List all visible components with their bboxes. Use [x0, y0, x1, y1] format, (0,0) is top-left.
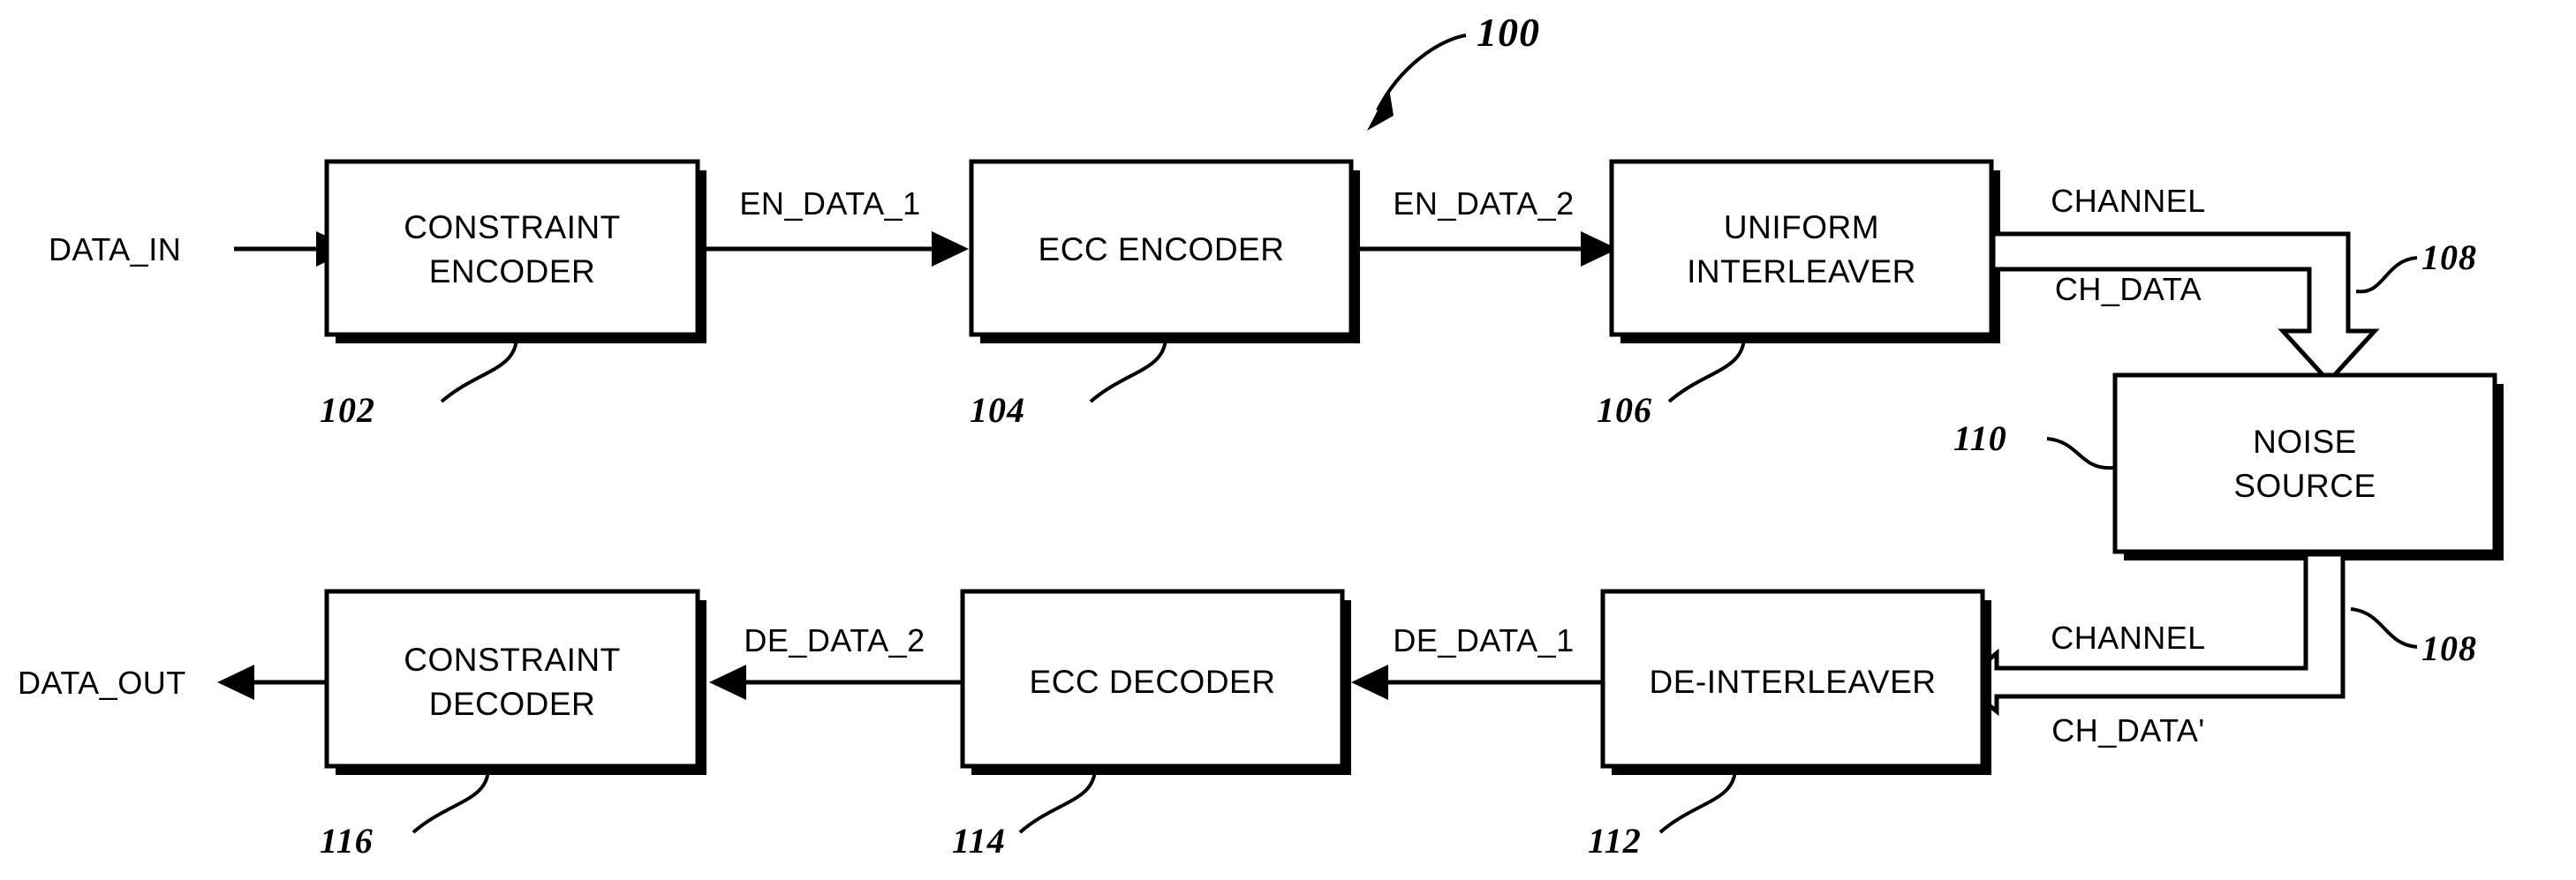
ref-numeral-112: 112: [1588, 821, 1642, 861]
signal-label-channel-bottom: CHANNEL: [2051, 620, 2206, 656]
leader-line-108-bottom: [2350, 607, 2418, 649]
leader-line-104: [1089, 335, 1167, 403]
signal-label-en-data-1: EN_DATA_1: [739, 185, 920, 222]
leader-line-102: [440, 335, 518, 403]
leader-line-116: [412, 767, 490, 834]
signal-label-en-data-2: EN_DATA_2: [1393, 185, 1574, 222]
ref-numeral-108-top: 108: [2421, 237, 2477, 277]
leader-line-114: [1018, 767, 1097, 834]
leader-line-108-top: [2355, 256, 2418, 294]
block-label-noise-source-line2: SOURCE: [2233, 468, 2376, 504]
arrowhead-de-data-1: [1351, 665, 1388, 700]
leader-line-106: [1667, 335, 1746, 403]
ref-numeral-102: 102: [320, 390, 375, 430]
block-label-ecc-encoder-line1: ECC ENCODER: [1039, 231, 1285, 267]
arrowhead-de-data-2: [709, 665, 746, 700]
signal-label-channel-top: CHANNEL: [2051, 183, 2206, 219]
ref-numeral-108-bottom: 108: [2421, 628, 2477, 668]
block-uniform-interleaver[interactable]: [1609, 159, 1994, 337]
block-label-uniform-interleaver-line1: UNIFORM: [1724, 209, 1879, 245]
ref-numeral-100: 100: [1477, 10, 1540, 55]
arrowhead-figure-100: [1367, 88, 1394, 131]
signal-label-de-data-1: DE_DATA_1: [1393, 622, 1574, 658]
block-label-ecc-decoder-line1: ECC DECODER: [1030, 664, 1276, 700]
block-label-constraint-encoder-line1: CONSTRAINT: [404, 209, 621, 245]
ref-numeral-106: 106: [1597, 390, 1652, 430]
signal-label-ch-data-prime: CH_DATA': [2051, 712, 2205, 748]
block-noise-source[interactable]: [2112, 372, 2497, 554]
block-label-constraint-decoder-line1: CONSTRAINT: [404, 642, 621, 678]
arrowhead-data-out: [217, 665, 254, 700]
hollow-arrow-channel-top: [1991, 231, 2380, 385]
leader-line-112: [1658, 767, 1737, 834]
block-label-constraint-encoder-line2: ENCODER: [429, 253, 596, 290]
leader-line-100: [1376, 34, 1467, 111]
ref-numeral-104: 104: [970, 390, 1025, 430]
signal-label-de-data-2: DE_DATA_2: [744, 622, 925, 658]
arrowhead-en-data-1: [932, 231, 969, 267]
block-constraint-encoder[interactable]: [324, 159, 700, 337]
block-diagram-canvas: DATA_IN CONSTRAINT ENCODER 102 EN_DATA_1…: [0, 0, 2576, 880]
signal-label-data-out: DATA_OUT: [18, 665, 186, 701]
block-constraint-decoder[interactable]: [324, 589, 700, 769]
ref-numeral-114: 114: [952, 821, 1006, 861]
patent-figure: DATA_IN CONSTRAINT ENCODER 102 EN_DATA_1…: [0, 0, 2576, 880]
block-label-uniform-interleaver-line2: INTERLEAVER: [1687, 253, 1916, 290]
ref-numeral-116: 116: [320, 821, 374, 861]
ref-numeral-110: 110: [1953, 418, 2007, 458]
leader-line-110: [2046, 437, 2114, 470]
block-label-de-interleaver-line1: DE-INTERLEAVER: [1650, 664, 1937, 700]
block-label-constraint-decoder-line2: DECODER: [429, 686, 596, 722]
block-label-noise-source-line1: NOISE: [2253, 424, 2357, 460]
signal-label-data-in: DATA_IN: [49, 231, 181, 267]
signal-label-ch-data: CH_DATA: [2055, 271, 2202, 307]
